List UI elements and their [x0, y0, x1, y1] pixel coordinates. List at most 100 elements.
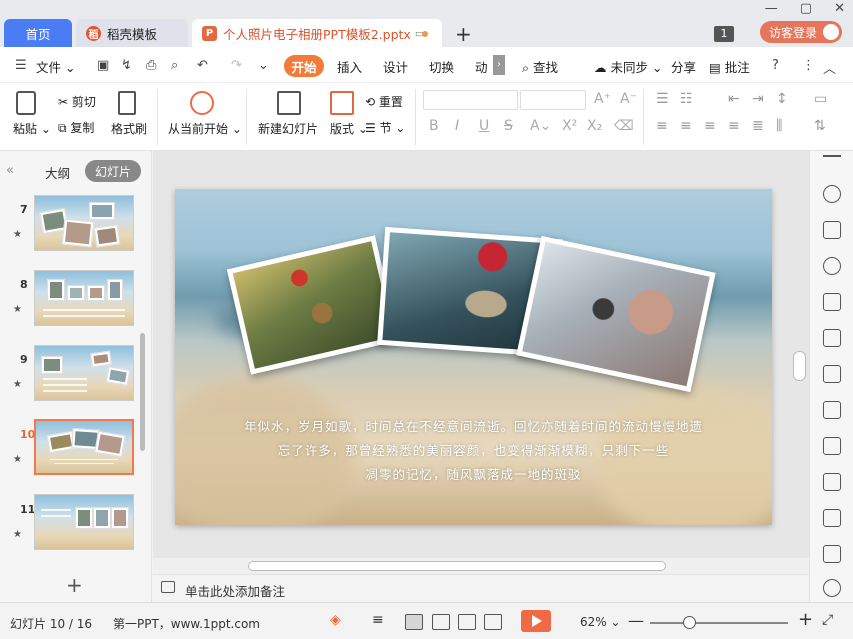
menu-switch[interactable]: 切换	[429, 57, 454, 76]
underline-icon[interactable]: U	[479, 118, 489, 134]
increase-indent-icon[interactable]: ⇥	[752, 91, 764, 107]
columns-icon[interactable]: ⫼	[776, 118, 782, 134]
shapes-icon[interactable]	[823, 221, 841, 239]
animation-icon[interactable]	[823, 293, 841, 311]
section-button[interactable]: ☰ 节 ⌄	[365, 119, 405, 136]
justify-icon[interactable]: ≡	[728, 118, 740, 134]
annotate-button[interactable]: ▤ 批注	[709, 57, 750, 76]
paste-button[interactable]: 粘贴 ⌄	[13, 120, 51, 137]
thumbnail-scrollbar[interactable]	[140, 333, 145, 451]
notes-toggle-icon[interactable]: ≡	[372, 612, 384, 628]
picture-icon[interactable]	[823, 545, 841, 563]
image-icon[interactable]	[823, 437, 841, 455]
slide-canvas[interactable]: 年似水，岁月如歌，时间总在不经意间流逝。回忆亦随着时间的流动慢慢地遗 忘了许多，…	[175, 189, 772, 525]
format-painter-button[interactable]: 格式刷	[111, 120, 147, 137]
align-right-icon[interactable]: ≡	[704, 118, 716, 134]
tab-document[interactable]: P 个人照片电子相册PPT模板2.pptx ▭	[192, 19, 442, 47]
photo-pocket-watch[interactable]	[226, 235, 400, 375]
tab-home[interactable]: 首页	[4, 19, 72, 47]
chart-icon[interactable]	[823, 365, 841, 383]
slide-thumbnail[interactable]	[34, 195, 134, 251]
photo-girl-camera[interactable]	[516, 235, 716, 393]
notes-placeholder[interactable]: 单击此处添加备注	[185, 581, 285, 600]
numbered-list-icon[interactable]: ☷	[680, 91, 693, 107]
italic-icon[interactable]: I	[455, 118, 459, 134]
play-slideshow-button[interactable]	[521, 610, 551, 632]
object-icon[interactable]	[823, 257, 841, 275]
zoom-slider-knob[interactable]	[683, 616, 696, 629]
text-direction-icon[interactable]: ⇅	[814, 118, 826, 134]
zoom-level[interactable]: 62% ⌄	[580, 615, 621, 629]
grid-icon[interactable]	[823, 329, 841, 347]
layout-icon[interactable]	[330, 91, 354, 115]
play-from-current-icon[interactable]	[190, 91, 214, 115]
text-box-icon[interactable]: ▭	[814, 91, 827, 107]
decrease-font-icon[interactable]: A⁻	[620, 91, 637, 107]
strikethrough-icon[interactable]: S	[504, 118, 513, 134]
magic-icon[interactable]	[823, 185, 841, 203]
bullet-list-icon[interactable]: ☰	[656, 91, 669, 107]
clear-format-icon[interactable]: ⌫	[614, 118, 634, 134]
search-button[interactable]: ⌕ 查找	[522, 57, 558, 76]
align-left-icon[interactable]: ≡	[656, 118, 668, 134]
slide-sorter-view-icon[interactable]	[432, 614, 450, 630]
from-current-button[interactable]: 从当前开始 ⌄	[168, 120, 242, 137]
share-export-icon[interactable]	[823, 473, 841, 491]
menu-file[interactable]: 文件 ⌄	[36, 57, 75, 76]
align-center-icon[interactable]: ≡	[680, 118, 692, 134]
slide-thumbnail[interactable]	[34, 494, 134, 550]
superscript-icon[interactable]: X²	[562, 118, 577, 134]
collapse-panel-icon[interactable]: «	[6, 163, 14, 178]
settings-sliders-icon[interactable]	[823, 401, 841, 419]
horizontal-scrollbar-thumb[interactable]	[248, 561, 666, 571]
font-size-select[interactable]	[520, 90, 586, 110]
notes-pane[interactable]: 单击此处添加备注	[153, 574, 809, 602]
help-icon[interactable]: ?	[772, 58, 779, 73]
menu-design[interactable]: 设计	[383, 57, 408, 76]
close-button[interactable]: ✕	[834, 1, 845, 16]
print-icon[interactable]: ⎙	[146, 58, 156, 73]
zoom-slider-track[interactable]	[650, 622, 788, 624]
share-button[interactable]: 分享	[671, 57, 696, 76]
audio-icon[interactable]	[823, 579, 841, 597]
beautify-icon[interactable]: ◈	[330, 612, 341, 628]
decrease-indent-icon[interactable]: ⇤	[728, 91, 740, 107]
export-icon[interactable]: ↯	[121, 58, 132, 73]
cut-button[interactable]: ✂ 剪切	[58, 93, 96, 110]
add-slide-button[interactable]: +	[66, 573, 83, 597]
slide-thumbnail-selected[interactable]	[34, 419, 134, 475]
font-color-icon[interactable]: A⌄	[530, 118, 551, 134]
undo-icon[interactable]: ↶	[197, 58, 208, 73]
more-dropdown-icon[interactable]: ⌄	[258, 58, 269, 73]
presenter-view-icon[interactable]	[484, 614, 502, 630]
reading-view-icon[interactable]	[458, 614, 476, 630]
window-count-badge[interactable]: 1	[714, 26, 734, 42]
hamburger-icon[interactable]: ☰	[15, 58, 27, 73]
preview-icon[interactable]: ⌕	[171, 58, 178, 73]
normal-view-icon[interactable]	[405, 614, 423, 630]
fit-window-icon[interactable]: ⤢	[822, 612, 833, 628]
horizontal-scrollbar[interactable]	[153, 558, 809, 574]
slide-body-text[interactable]: 年似水，岁月如歌，时间总在不经意间流逝。回忆亦随着时间的流动慢慢地遗 忘了许多，…	[215, 415, 732, 487]
new-slide-button[interactable]: 新建幻灯片	[258, 120, 318, 137]
distribute-icon[interactable]: ≣	[752, 118, 764, 134]
restore-button[interactable]: ▢	[800, 1, 812, 16]
line-spacing-icon[interactable]: ↕	[776, 91, 788, 107]
save-icon[interactable]: ▣	[97, 58, 109, 73]
layout-button[interactable]: 版式 ⌄	[330, 120, 368, 137]
font-family-select[interactable]	[423, 90, 518, 110]
sidebar-menu-icon[interactable]	[823, 155, 841, 157]
sync-status[interactable]: ☁ 未同步 ⌄	[594, 57, 662, 76]
collapse-ribbon-icon[interactable]: ︿	[823, 58, 836, 77]
tab-slides[interactable]: 幻灯片	[85, 160, 141, 182]
slide-thumbnail[interactable]	[34, 345, 134, 401]
zoom-in-button[interactable]: +	[798, 609, 813, 630]
menu-scroll-right-icon[interactable]: ›	[493, 55, 505, 75]
vertical-scrollbar-thumb[interactable]	[793, 351, 806, 381]
new-slide-icon[interactable]	[277, 91, 301, 115]
menu-animation[interactable]: 动	[475, 57, 488, 76]
zoom-out-button[interactable]: —	[628, 611, 644, 630]
minimize-button[interactable]: —	[765, 1, 778, 16]
bold-icon[interactable]: B	[429, 118, 439, 134]
guest-login-button[interactable]: 访客登录	[760, 21, 842, 43]
